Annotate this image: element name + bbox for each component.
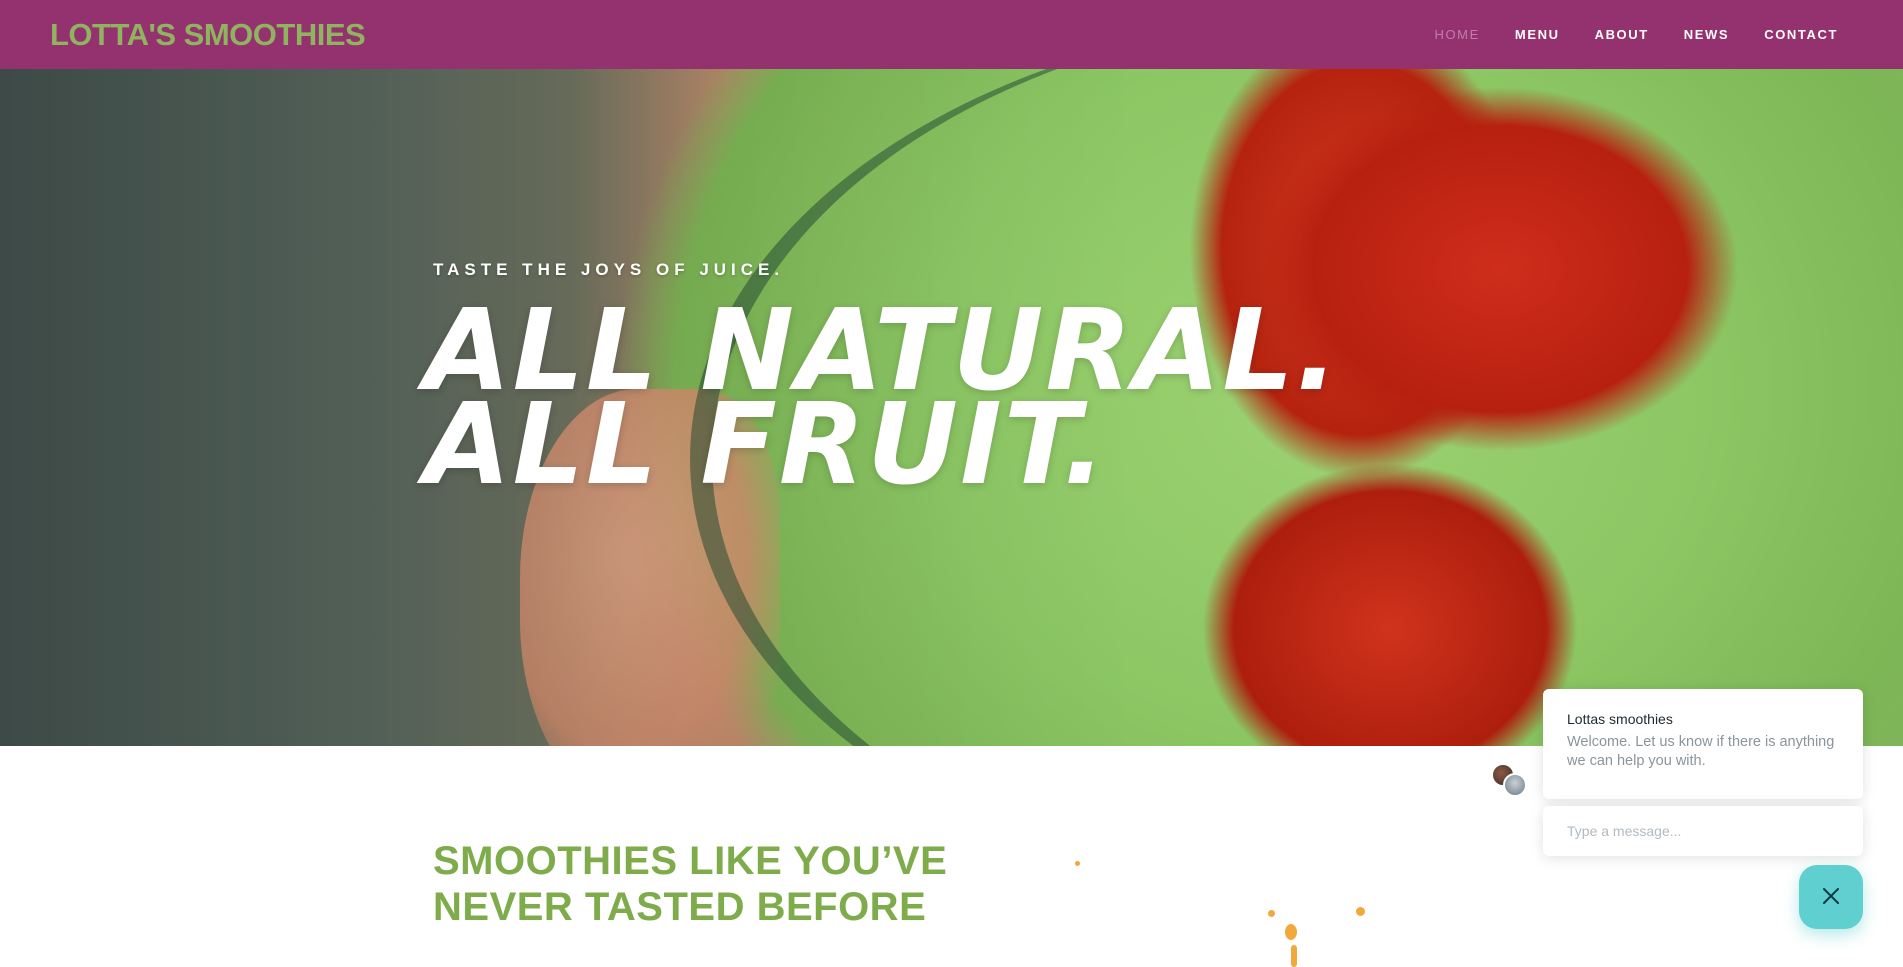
juice-splash-drop	[1285, 924, 1297, 940]
main-nav: HOME MENU ABOUT NEWS CONTACT	[1434, 27, 1838, 42]
chat-welcome-message: Welcome. Let us know if there is anythin…	[1567, 734, 1835, 769]
hero-heading: ALL NATURAL. ALL FRUIT.	[424, 295, 1340, 501]
section-title-line-1: SMOOTHIES LIKE YOU’VE	[433, 839, 948, 883]
hero-banner: TASTE THE JOYS OF JUICE. ALL NATURAL. AL…	[0, 69, 1903, 746]
close-icon	[1821, 886, 1841, 909]
juice-splash-drop	[1268, 910, 1275, 917]
section-title: SMOOTHIES LIKE YOU’VE NEVER TASTED BEFOR…	[433, 838, 947, 930]
nav-item-about[interactable]: ABOUT	[1595, 27, 1649, 42]
juice-splash-drop	[1291, 945, 1297, 967]
nav-item-home[interactable]: HOME	[1434, 27, 1479, 42]
chat-sender-name: Lottas smoothies	[1567, 711, 1673, 727]
site-header: LOTTA'S SMOOTHIES HOME MENU ABOUT NEWS C…	[0, 0, 1903, 69]
nav-item-news[interactable]: NEWS	[1684, 27, 1729, 42]
hero-tagline: TASTE THE JOYS OF JUICE.	[433, 260, 785, 279]
juice-splash-drop	[1075, 861, 1080, 866]
site-logo[interactable]: LOTTA'S SMOOTHIES	[50, 17, 366, 53]
chat-welcome-bubble: Lottas smoothies Welcome. Let us know if…	[1543, 689, 1863, 799]
section-title-line-2: NEVER TASTED BEFORE	[433, 885, 927, 929]
nav-item-contact[interactable]: CONTACT	[1764, 27, 1838, 42]
chat-message-input[interactable]	[1543, 806, 1863, 856]
chat-close-button[interactable]	[1799, 865, 1863, 929]
juice-splash-drop	[1356, 907, 1365, 916]
agent-avatar	[1503, 773, 1527, 797]
nav-item-menu[interactable]: MENU	[1515, 27, 1560, 42]
